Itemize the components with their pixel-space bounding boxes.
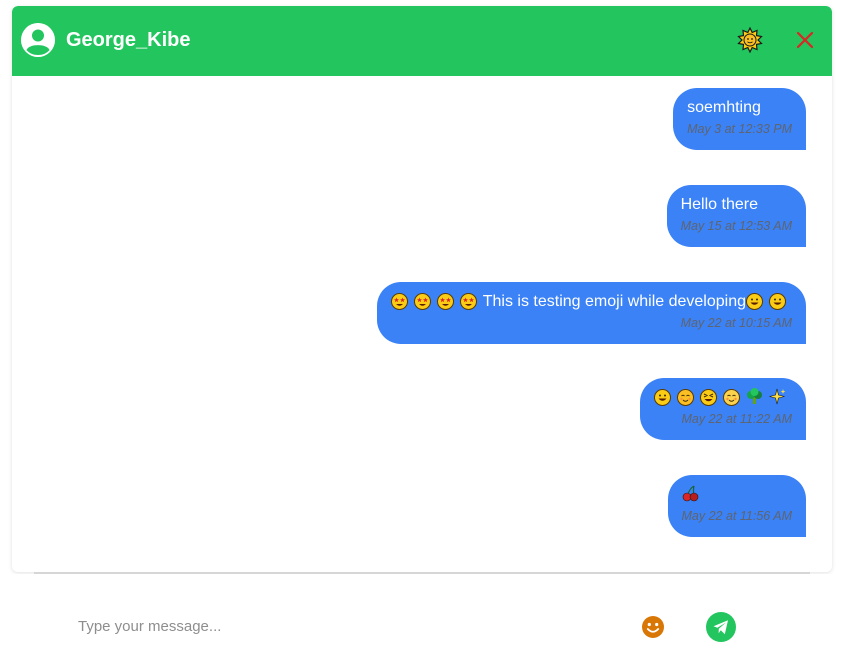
- message-text-content: Hello there: [680, 196, 758, 213]
- message-timestamp: May 22 at 11:22 AM: [681, 412, 792, 426]
- user-avatar-icon: [21, 23, 55, 57]
- message-input[interactable]: [78, 612, 598, 640]
- message-timestamp: May 22 at 10:15 AM: [680, 316, 792, 330]
- chat-window: George_Kibe soemhting May 3 at 12:33 PM He…: [12, 6, 832, 572]
- close-icon[interactable]: [795, 30, 815, 50]
- message-composer: [12, 574, 832, 649]
- star-struck-emoji-icon: [390, 293, 408, 310]
- message-bubble: May 22 at 11:22 AM: [640, 378, 806, 440]
- smiley-icon[interactable]: [641, 615, 665, 639]
- message-text: [682, 485, 792, 505]
- message-text: [654, 388, 792, 408]
- message-text-content: soemhting: [687, 99, 761, 116]
- smiling-eyes-emoji-icon: [723, 389, 740, 406]
- star-struck-emoji-icon: [436, 293, 454, 310]
- send-icon[interactable]: [706, 612, 736, 642]
- sparkles-emoji-icon: [769, 388, 786, 405]
- message-timestamp: May 15 at 12:53 AM: [680, 219, 792, 233]
- sun-icon[interactable]: [737, 27, 763, 53]
- cherries-emoji-icon: [682, 485, 699, 502]
- message-timestamp: May 3 at 12:33 PM: [687, 122, 792, 136]
- grinning-smiling-eyes-emoji-icon: [654, 389, 671, 406]
- message-bubble: Hello there May 15 at 12:53 AM: [666, 185, 806, 247]
- grinning-emoji-icon: [769, 293, 786, 310]
- blushing-emoji-icon: [677, 389, 694, 406]
- message-bubble: This is testing emoji while developing Ma…: [376, 282, 806, 344]
- squinting-laughing-emoji-icon: [700, 389, 717, 406]
- message-text: soemhting: [687, 98, 792, 118]
- message-text: This is testing emoji while developing: [390, 292, 792, 312]
- message-bubble: May 22 at 11:56 AM: [667, 475, 806, 537]
- message-timestamp: May 22 at 11:56 AM: [681, 509, 792, 523]
- chat-header: George_Kibe: [12, 6, 832, 76]
- message-text-content: This is testing emoji while developing: [482, 293, 746, 310]
- contact-name: George_Kibe: [66, 29, 191, 51]
- message-bubble: soemhting May 3 at 12:33 PM: [673, 88, 806, 150]
- message-list[interactable]: soemhting May 3 at 12:33 PM Hello there May…: [12, 76, 832, 572]
- message-text: Hello there: [681, 195, 792, 215]
- broccoli-emoji-icon: [746, 388, 763, 405]
- star-struck-emoji-icon: [413, 293, 431, 310]
- grinning-emoji-icon: [746, 293, 763, 310]
- star-struck-emoji-icon: [459, 293, 477, 310]
